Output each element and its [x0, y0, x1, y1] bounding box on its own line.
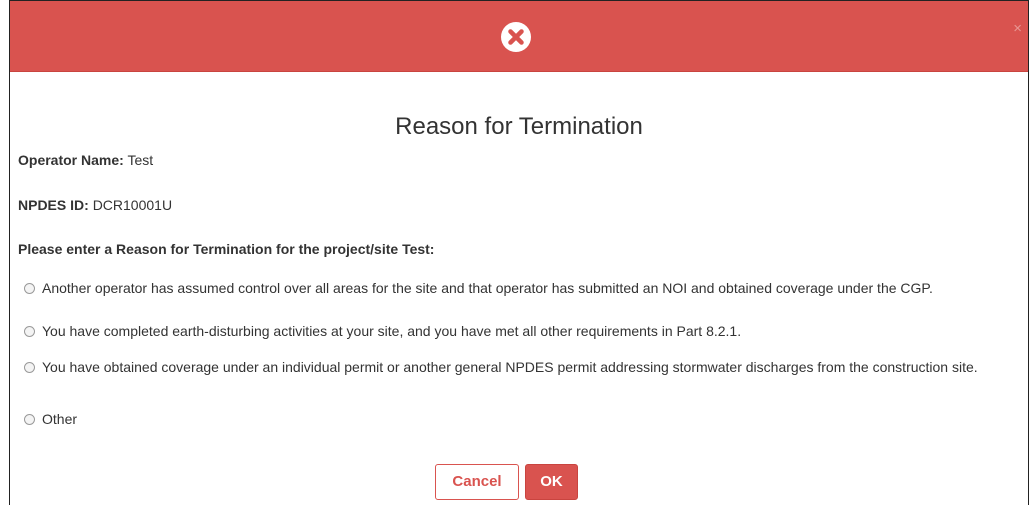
- operator-name-field: Operator Name: Test: [18, 152, 153, 168]
- npdes-id-value: DCR10001U: [92, 197, 173, 213]
- reason-option-label: You have obtained coverage under an indi…: [42, 359, 978, 375]
- ok-button[interactable]: OK: [525, 464, 578, 500]
- npdes-id-label: NPDES ID:: [18, 197, 89, 213]
- error-x-icon: [501, 22, 531, 52]
- radio-button[interactable]: [24, 326, 35, 337]
- reason-option-label: You have completed earth-disturbing acti…: [42, 323, 742, 339]
- operator-name-value: Test: [127, 152, 154, 168]
- cancel-button[interactable]: Cancel: [435, 464, 519, 500]
- radio-button[interactable]: [24, 283, 35, 294]
- termination-prompt: Please enter a Reason for Termination fo…: [18, 241, 434, 257]
- reason-option-label: Other: [42, 411, 78, 427]
- radio-button[interactable]: [24, 362, 35, 373]
- npdes-id-field: NPDES ID: DCR10001U: [18, 197, 172, 213]
- operator-name-label: Operator Name:: [18, 152, 124, 168]
- dialog-title: Reason for Termination: [395, 113, 643, 140]
- radio-button[interactable]: [24, 414, 35, 425]
- termination-prompt-text: Please enter a Reason for Termination fo…: [18, 241, 435, 257]
- dialog-header: ×: [10, 1, 1028, 72]
- reason-option-label: Another operator has assumed control ove…: [42, 280, 933, 296]
- termination-dialog: × Reason for Termination Operator Name: …: [9, 0, 1029, 505]
- close-icon[interactable]: ×: [1013, 21, 1022, 36]
